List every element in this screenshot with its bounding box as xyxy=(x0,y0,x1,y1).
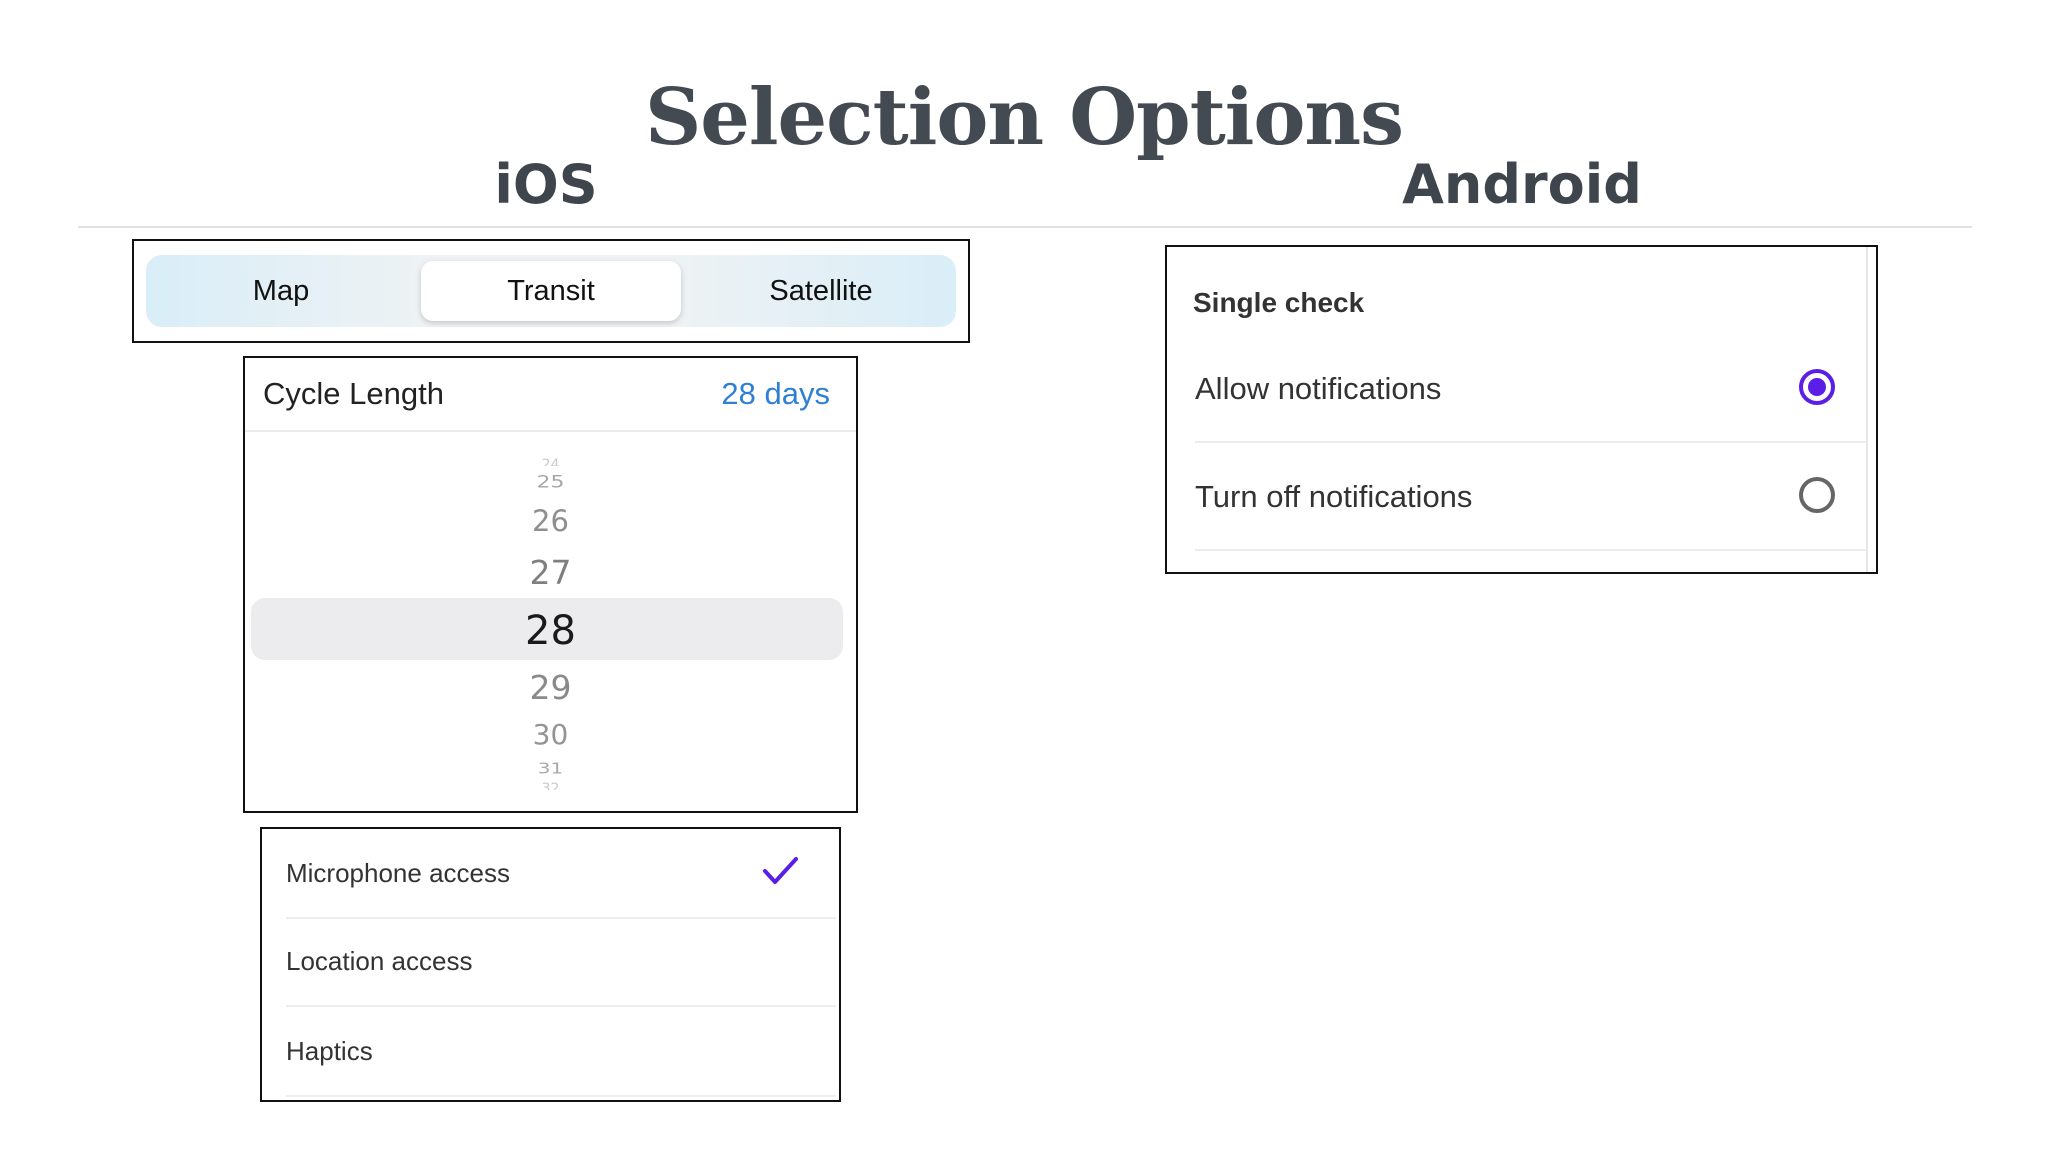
segment-transit[interactable]: Transit xyxy=(421,261,681,321)
radio-selected-icon[interactable] xyxy=(1799,369,1835,405)
checklist-item[interactable]: Microphone access xyxy=(286,829,836,919)
segment-satellite[interactable]: Satellite xyxy=(686,255,956,327)
picker-number: 26 xyxy=(532,504,569,538)
picker-number: 31 xyxy=(537,759,564,777)
radio-option-label: Turn off notifications xyxy=(1195,479,1473,514)
picker-number: 24 xyxy=(541,458,560,466)
checklist-item[interactable]: Haptics xyxy=(286,1007,836,1097)
picker-number-selected: 28 xyxy=(525,608,576,654)
checklist-item-label: Haptics xyxy=(286,1036,373,1066)
picker-label: Cycle Length xyxy=(263,376,444,411)
segment-map[interactable]: Map xyxy=(146,255,416,327)
android-heading: Android xyxy=(1402,153,1642,216)
picker-number: 27 xyxy=(529,553,572,592)
checklist-item[interactable]: Location access xyxy=(286,917,836,1007)
header-divider xyxy=(78,226,1972,228)
radio-option-label: Allow notifications xyxy=(1195,371,1442,406)
radio-group-example: Single check Allow notifications Turn of… xyxy=(1165,245,1878,574)
segmented-control: Map Transit Satellite xyxy=(146,255,956,327)
picker-number: 29 xyxy=(529,668,572,707)
picker-value: 28 days xyxy=(721,376,830,411)
checklist-item-label: Microphone access xyxy=(286,858,510,888)
radio-unselected-icon[interactable] xyxy=(1799,477,1835,513)
picker-number: 30 xyxy=(532,718,569,751)
radio-option[interactable]: Turn off notifications xyxy=(1195,443,1867,551)
checkmark-icon xyxy=(763,857,798,884)
radio-option[interactable]: Allow notifications xyxy=(1195,335,1867,443)
radio-section-label: Single check xyxy=(1193,287,1365,318)
ios-heading: iOS xyxy=(494,153,598,216)
picker-header[interactable]: Cycle Length 28 days xyxy=(245,358,856,432)
picker-number: 25 xyxy=(536,473,565,492)
picker-example: Cycle Length 28 days 24 25 26 27 28 29 3… xyxy=(243,356,858,813)
checklist-item-label: Location access xyxy=(286,946,473,976)
checklist-example: Microphone access Location access Haptic… xyxy=(260,827,841,1102)
picker-number: 32 xyxy=(541,782,560,790)
segmented-control-example: Map Transit Satellite xyxy=(132,239,970,343)
page-title: Selection Options xyxy=(644,72,1404,163)
